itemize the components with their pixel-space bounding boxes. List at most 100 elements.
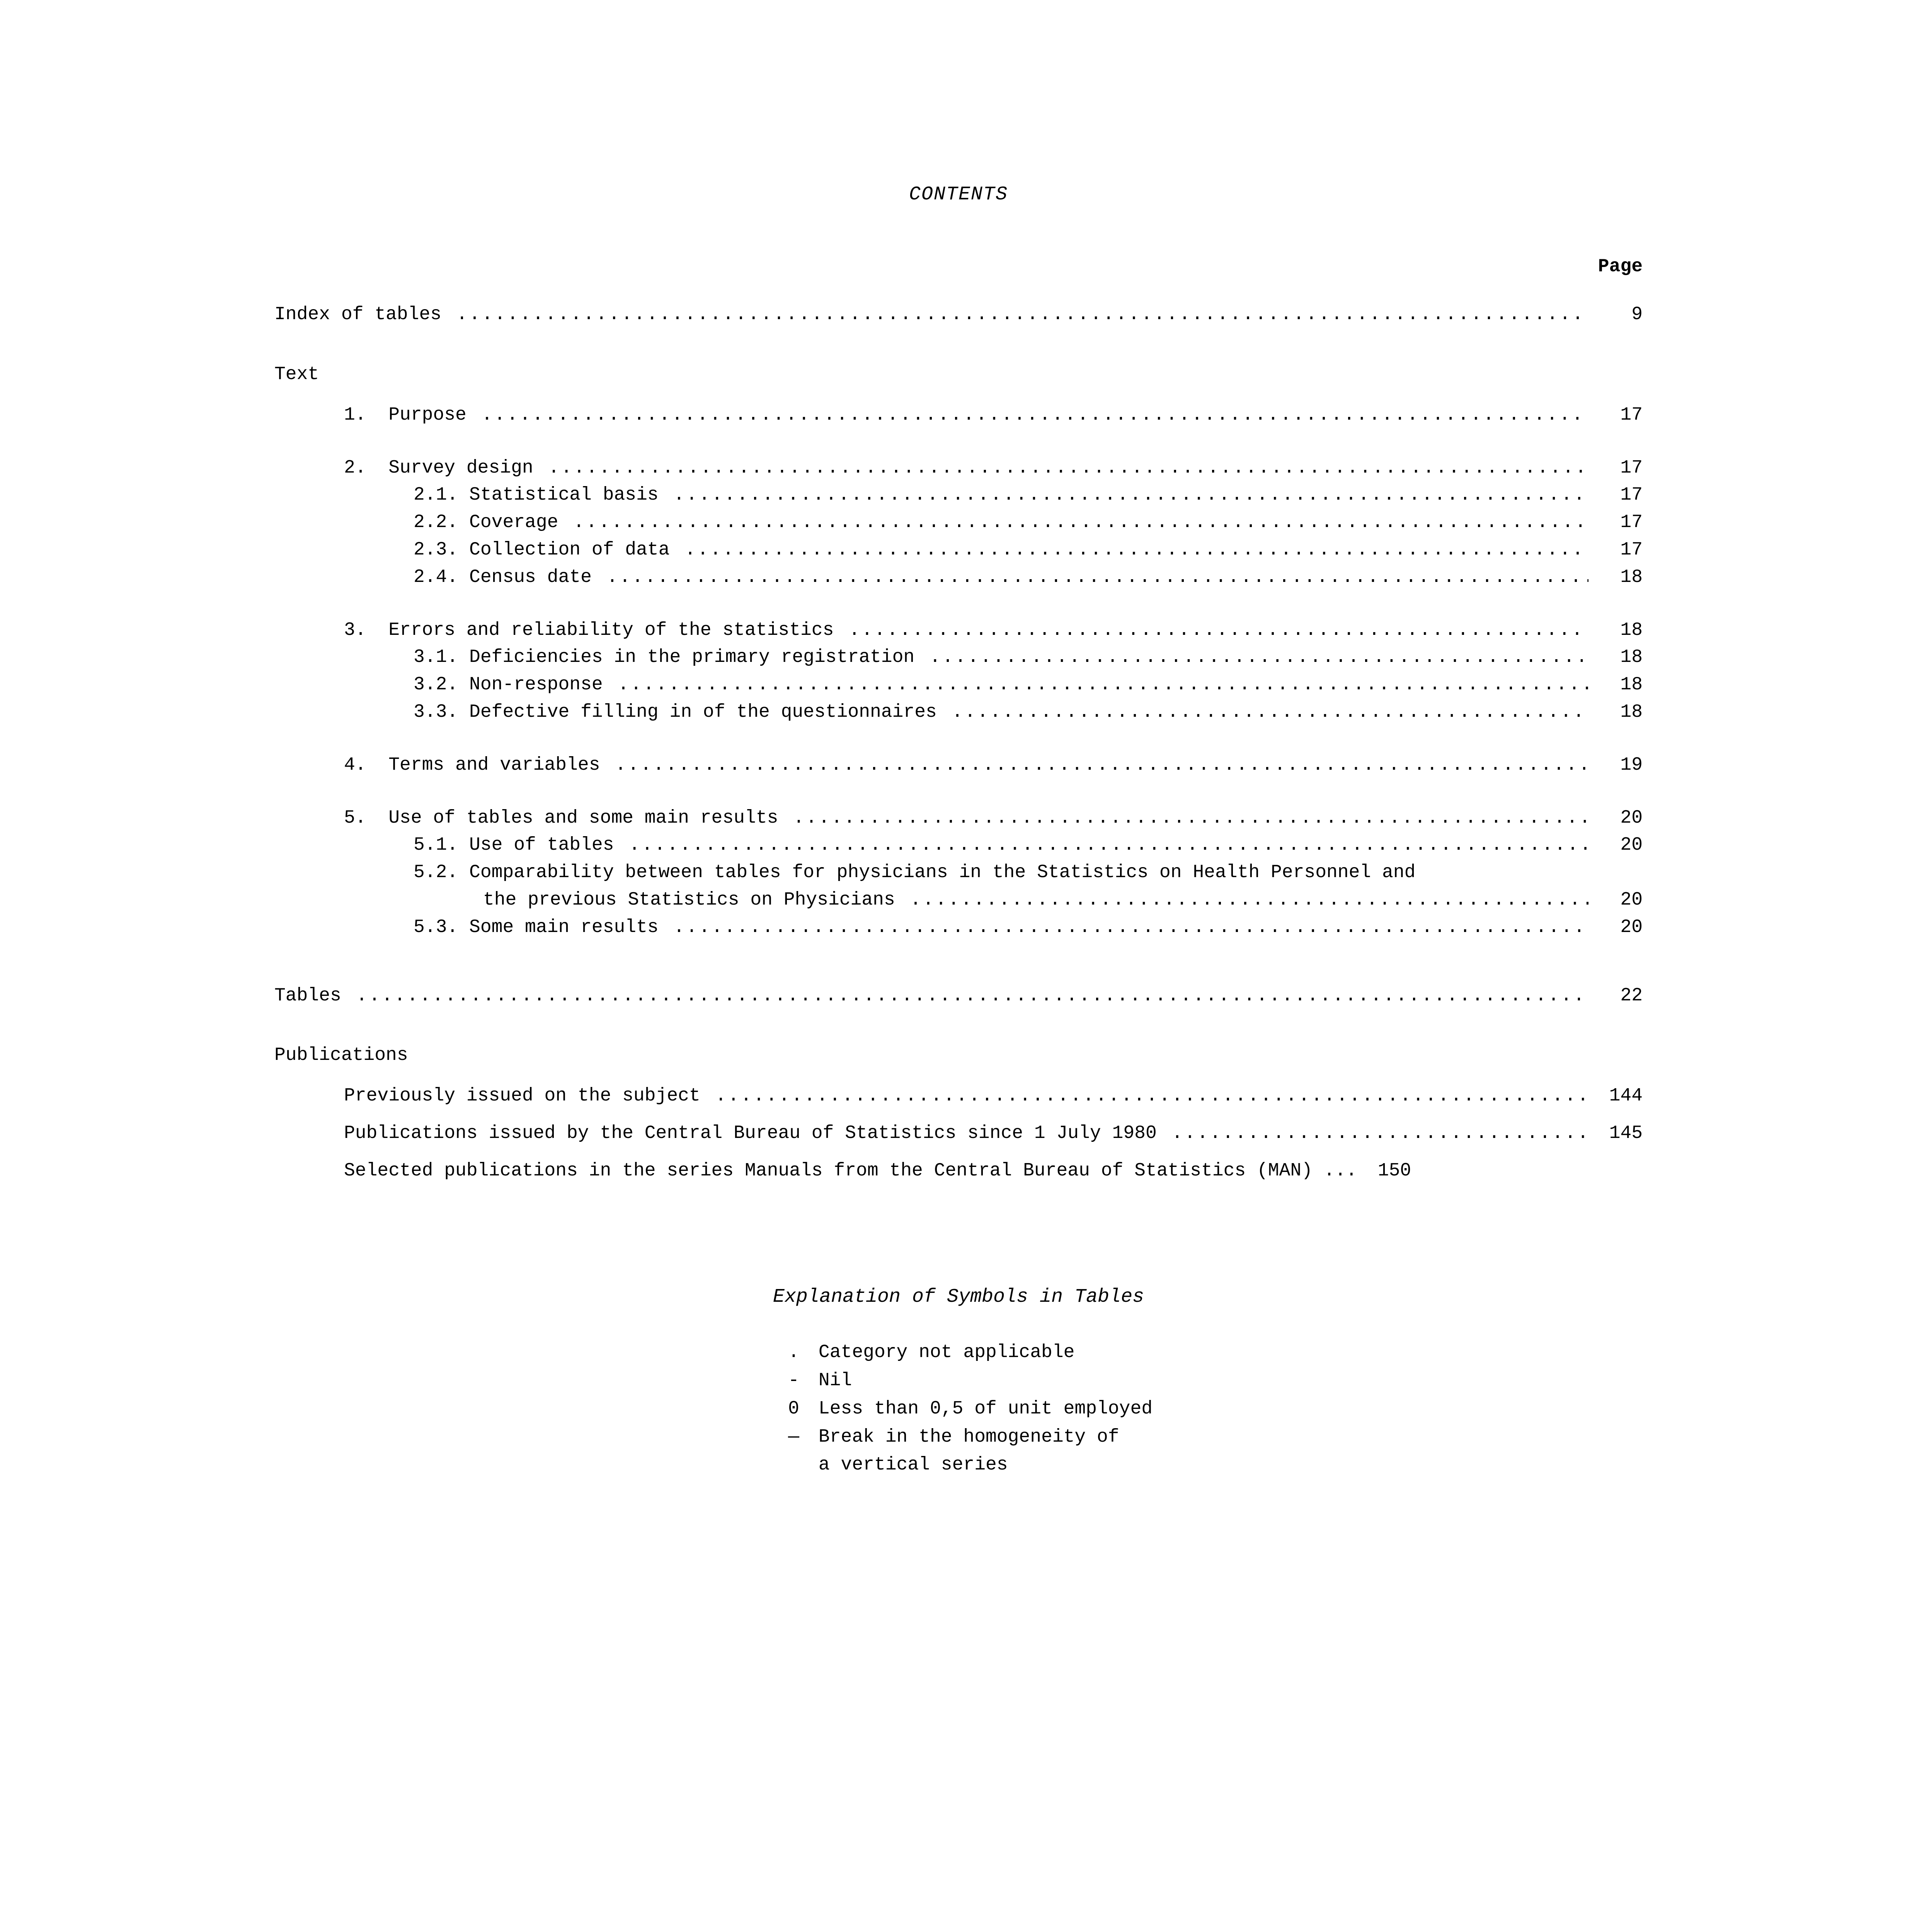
toc-number: 2.4. bbox=[414, 565, 469, 590]
toc-row: 2. Survey design .......................… bbox=[274, 456, 1643, 481]
toc-page-number: 17 bbox=[1588, 456, 1643, 481]
toc-leader-dots: ........................................… bbox=[1168, 1121, 1588, 1146]
toc-row: 3. Errors and reliability of the statist… bbox=[274, 618, 1643, 643]
toc-label: Previously issued on the subject bbox=[344, 1083, 712, 1109]
toc-label: Errors and reliability of the statistics bbox=[388, 618, 845, 643]
toc-page-number: 150 bbox=[1357, 1158, 1411, 1184]
toc-row: Previously issued on the subject .......… bbox=[274, 1083, 1643, 1109]
toc-row: 3.2. Non-response ......................… bbox=[274, 672, 1643, 697]
toc-label: Collection of data bbox=[469, 537, 681, 563]
toc-page-number: 18 bbox=[1588, 565, 1643, 590]
toc-leader-dots: ........................................… bbox=[453, 302, 1588, 327]
toc-page-number: 145 bbox=[1588, 1121, 1643, 1146]
toc-leader-dots: ........................................… bbox=[681, 537, 1588, 563]
toc-number: 5.1. bbox=[414, 833, 469, 858]
symbol-row: — Break in the homogeneity of bbox=[764, 1425, 1153, 1450]
symbol-description: a vertical series bbox=[819, 1452, 1008, 1478]
toc-number: 5.3. bbox=[414, 915, 469, 940]
toc-label: Coverage bbox=[469, 510, 569, 535]
toc-row: 2.2. Coverage ..........................… bbox=[274, 510, 1643, 535]
symbols-list: . Category not applicable - Nil 0 Less t… bbox=[764, 1337, 1153, 1481]
toc-number: 1. bbox=[344, 403, 388, 428]
toc-leader-dots: ........................................… bbox=[948, 700, 1588, 725]
symbol-description: Less than 0,5 of unit employed bbox=[819, 1396, 1153, 1422]
toc-row: 3.1. Deficiencies in the primary registr… bbox=[274, 645, 1643, 670]
symbol-key: — bbox=[764, 1425, 819, 1450]
toc-leader-dots: ........................................… bbox=[906, 888, 1588, 913]
toc-row: 2.3. Collection of data ................… bbox=[274, 537, 1643, 563]
content-area: CONTENTS Page Index of tables ..........… bbox=[274, 182, 1643, 1486]
toc-row: 2.1. Statistical basis .................… bbox=[274, 483, 1643, 508]
toc-label: Terms and variables bbox=[388, 753, 611, 778]
toc-leader-dots: ........................................… bbox=[845, 618, 1588, 643]
symbols-title: Explanation of Symbols in Tables bbox=[274, 1284, 1643, 1310]
toc-leader-dots: ........................................… bbox=[614, 672, 1589, 697]
toc-number: 2. bbox=[344, 456, 388, 481]
toc-leader-dots: ........................................… bbox=[611, 753, 1588, 778]
toc-number: 4. bbox=[344, 753, 388, 778]
toc-label: Selected publications in the series Manu… bbox=[344, 1158, 1357, 1184]
toc-row: 2.4. Census date .......................… bbox=[274, 565, 1643, 590]
toc-row: 3.3. Defective filling in of the questio… bbox=[274, 700, 1643, 725]
toc-page-number: 22 bbox=[1588, 983, 1643, 1009]
toc-label: Non-response bbox=[469, 672, 614, 697]
toc-row: 1. Purpose .............................… bbox=[274, 403, 1643, 428]
contents-title: CONTENTS bbox=[274, 182, 1643, 208]
toc-number: 2.1. bbox=[414, 483, 469, 508]
toc-label: Defective filling in of the questionnair… bbox=[469, 700, 948, 725]
toc-leader-dots: ........................................… bbox=[544, 456, 1588, 481]
toc-page-number: 20 bbox=[1588, 833, 1643, 858]
symbol-description: Nil bbox=[819, 1368, 852, 1393]
toc-row-tables: Tables .................................… bbox=[274, 983, 1643, 1009]
symbol-key: 0 bbox=[764, 1396, 819, 1422]
toc-number: 3. bbox=[344, 618, 388, 643]
toc-number: 2.2. bbox=[414, 510, 469, 535]
toc-label: Purpose bbox=[388, 403, 477, 428]
symbol-key: - bbox=[764, 1368, 819, 1393]
toc-page-number: 20 bbox=[1588, 915, 1643, 940]
toc-page-number: 144 bbox=[1588, 1083, 1643, 1109]
symbol-description: Break in the homogeneity of bbox=[819, 1425, 1119, 1450]
toc-page-number: 17 bbox=[1588, 403, 1643, 428]
toc-label: Comparability between tables for physici… bbox=[469, 860, 1415, 885]
toc-row: the previous Statistics on Physicians ..… bbox=[274, 888, 1643, 913]
toc-label: Publications issued by the Central Burea… bbox=[344, 1121, 1168, 1146]
toc-page-number: 17 bbox=[1588, 483, 1643, 508]
toc-label: Tables bbox=[274, 983, 352, 1009]
toc-label: Deficiencies in the primary registration bbox=[469, 645, 926, 670]
toc-label: Survey design bbox=[388, 456, 544, 481]
symbol-row: a vertical series bbox=[764, 1452, 1153, 1478]
toc-leader-dots: ........................................… bbox=[712, 1083, 1588, 1109]
toc-label: Census date bbox=[469, 565, 603, 590]
toc-row: 5.3. Some main results .................… bbox=[274, 915, 1643, 940]
toc-page-number: 17 bbox=[1588, 537, 1643, 563]
toc-label: the previous Statistics on Physicians bbox=[483, 888, 906, 913]
toc-page-number: 18 bbox=[1588, 700, 1643, 725]
toc-leader-dots: ........................................… bbox=[478, 403, 1588, 428]
toc-number: 3.2. bbox=[414, 672, 469, 697]
symbol-row: - Nil bbox=[764, 1368, 1153, 1393]
symbol-key: . bbox=[764, 1340, 819, 1365]
toc-row: Publications issued by the Central Burea… bbox=[274, 1121, 1643, 1146]
toc-page-number: 18 bbox=[1588, 645, 1643, 670]
page-column-header: Page bbox=[274, 254, 1643, 279]
toc-number: 5.2. bbox=[414, 860, 469, 885]
page: CONTENTS Page Index of tables ..........… bbox=[0, 0, 1917, 1932]
toc-row-index-of-tables: Index of tables ........................… bbox=[274, 302, 1643, 327]
toc-label: Statistical basis bbox=[469, 483, 669, 508]
toc-leader-dots: ........................................… bbox=[603, 565, 1588, 590]
toc-row: 5. Use of tables and some main results .… bbox=[274, 806, 1643, 831]
toc-number: 3.1. bbox=[414, 645, 469, 670]
toc-label: Use of tables and some main results bbox=[388, 806, 789, 831]
toc-number: 2.3. bbox=[414, 537, 469, 563]
symbol-key bbox=[764, 1452, 819, 1478]
symbol-description: Category not applicable bbox=[819, 1340, 1075, 1365]
toc-page-number: 20 bbox=[1588, 888, 1643, 913]
toc-number: 5. bbox=[344, 806, 388, 831]
toc-leader-dots: ........................................… bbox=[569, 510, 1588, 535]
toc-page-number: 20 bbox=[1588, 806, 1643, 831]
toc-leader-dots: ........................................… bbox=[670, 915, 1588, 940]
toc-row: 5.1. Use of tables .....................… bbox=[274, 833, 1643, 858]
symbol-row: 0 Less than 0,5 of unit employed bbox=[764, 1396, 1153, 1422]
toc-label: Index of tables bbox=[274, 302, 453, 327]
